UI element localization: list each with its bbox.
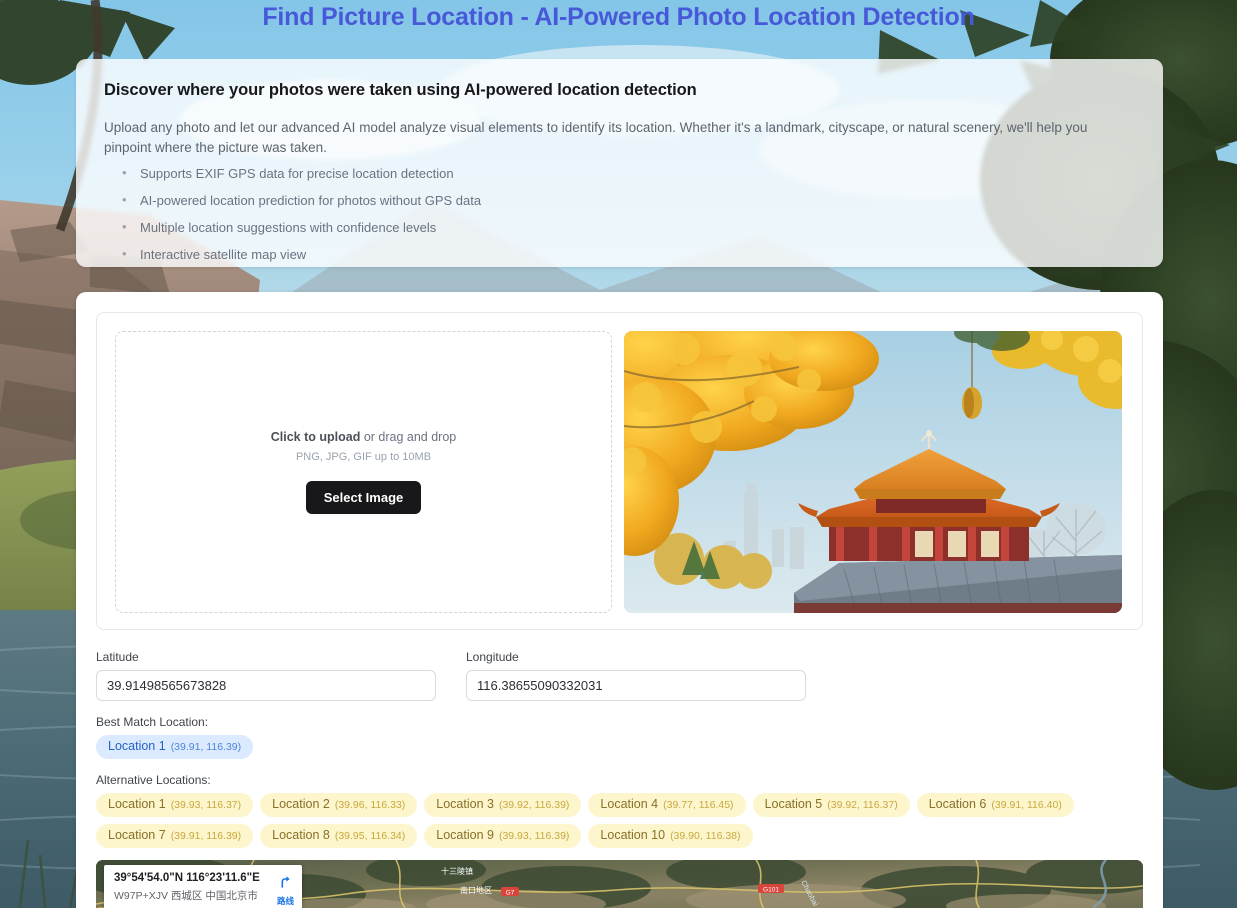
alternative-location-badge[interactable]: Location 1 (39.93, 116.37) bbox=[96, 793, 254, 817]
dropzone-formats: PNG, JPG, GIF up to 10MB bbox=[295, 451, 432, 463]
badge-name: Location 3 bbox=[436, 797, 494, 811]
badge-name: Location 10 bbox=[600, 828, 666, 842]
latitude-input[interactable] bbox=[96, 670, 436, 701]
select-image-button[interactable]: Select Image bbox=[305, 481, 422, 514]
badge-coords: (39.90, 116.38) bbox=[670, 830, 741, 842]
best-match-row: Location 1 (39.91, 116.39) bbox=[96, 735, 1143, 759]
map-info-card[interactable]: 39°54'54.0"N 116°23'11.6"E W97P+XJV 西城区 … bbox=[104, 865, 302, 908]
alternative-location-badge[interactable]: Location 2 (39.96, 116.33) bbox=[260, 793, 418, 817]
badge-coords: (39.95, 116.34) bbox=[334, 830, 406, 842]
intro-heading: Discover where your photos were taken us… bbox=[104, 81, 697, 99]
map-coordinates: 39°54'54.0"N 116°23'11.6"E bbox=[114, 872, 260, 884]
svg-text:十三陵镇: 十三陵镇 bbox=[441, 866, 473, 876]
alternative-locations-row: Location 1 (39.93, 116.37) Location 2 (39.9… bbox=[96, 793, 1143, 848]
main-card: Click to upload or drag and drop PNG, JP… bbox=[76, 292, 1163, 908]
intro-paragraph: Upload any photo and let our advanced AI… bbox=[104, 120, 1088, 155]
svg-text:G7: G7 bbox=[506, 890, 515, 897]
dropzone-drag-label: or drag and drop bbox=[360, 430, 457, 444]
longitude-input[interactable] bbox=[466, 670, 806, 701]
map-address: W97P+XJV 西城区 中国北京市 bbox=[114, 890, 258, 902]
badge-coords: (39.96, 116.33) bbox=[334, 799, 406, 811]
list-item: Supports EXIF GPS data for precise locat… bbox=[112, 165, 1135, 182]
directions-icon bbox=[282, 876, 291, 888]
badge-coords: (39.91, 116.40) bbox=[991, 799, 1062, 811]
badge-coords: (39.77, 116.45) bbox=[663, 799, 734, 811]
directions-label: 路线 bbox=[276, 896, 294, 906]
badge-name: Location 5 bbox=[764, 797, 823, 811]
image-preview[interactable] bbox=[624, 331, 1122, 613]
coordinate-fields: Latitude Longitude Best Match Location: … bbox=[96, 650, 1143, 848]
intro-card: Discover where your photos were taken us… bbox=[76, 59, 1163, 267]
alternative-location-badge[interactable]: Location 9 (39.93, 116.39) bbox=[424, 824, 582, 848]
best-match-badge[interactable]: Location 1 (39.91, 116.39) bbox=[96, 735, 254, 759]
badge-coords: (39.92, 116.39) bbox=[498, 799, 570, 811]
latitude-label: Latitude bbox=[96, 650, 139, 664]
alternative-location-badge[interactable]: Location 4 (39.77, 116.45) bbox=[588, 793, 746, 817]
badge-name: Location 1 bbox=[108, 739, 166, 753]
alternative-location-badge[interactable]: Location 6 (39.91, 116.40) bbox=[916, 793, 1074, 817]
badge-name: Location 4 bbox=[600, 797, 659, 811]
alternative-location-badge[interactable]: Location 5 (39.92, 116.37) bbox=[752, 793, 910, 817]
badge-name: Location 1 bbox=[108, 797, 166, 811]
svg-text:G101: G101 bbox=[763, 887, 779, 894]
upload-preview-panel: Click to upload or drag and drop PNG, JP… bbox=[96, 312, 1143, 630]
alternative-location-badge[interactable]: Location 7 (39.91, 116.39) bbox=[96, 824, 254, 848]
alternative-location-badge[interactable]: Location 8 (39.95, 116.34) bbox=[260, 824, 418, 848]
badge-coords: (39.93, 116.37) bbox=[170, 799, 242, 811]
upload-dropzone[interactable]: Click to upload or drag and drop PNG, JP… bbox=[115, 331, 612, 613]
dropzone-primary-text: Click to upload or drag and drop bbox=[271, 430, 457, 444]
list-item: Multiple location suggestions with confi… bbox=[112, 219, 1135, 236]
satellite-map[interactable]: G7 G101 十三陵镇 南口地区 Chaobai 39°54'54.0"N 1… bbox=[96, 860, 1143, 908]
longitude-field-group: Longitude bbox=[466, 650, 806, 701]
badge-coords: (39.92, 116.37) bbox=[827, 799, 898, 811]
dropzone-click-label: Click to upload bbox=[270, 430, 361, 444]
alternative-locations-label: Alternative Locations: bbox=[96, 773, 211, 787]
badge-name: Location 2 bbox=[272, 797, 330, 811]
feature-list: Supports EXIF GPS data for precise locat… bbox=[112, 165, 1135, 263]
badge-coords: (39.93, 116.39) bbox=[498, 830, 570, 842]
best-match-label: Best Match Location: bbox=[96, 715, 209, 729]
directions-button[interactable]: 路线 bbox=[277, 872, 294, 908]
badge-name: Location 8 bbox=[272, 828, 330, 842]
badge-name: Location 7 bbox=[108, 828, 166, 842]
badge-coords: (39.91, 116.39) bbox=[170, 830, 242, 842]
badge-coords: (39.91, 116.39) bbox=[170, 741, 242, 753]
alternative-location-badge[interactable]: Location 3 (39.92, 116.39) bbox=[424, 793, 582, 817]
badge-name: Location 6 bbox=[928, 797, 987, 811]
alternative-location-badge[interactable]: Location 10 (39.90, 116.38) bbox=[588, 824, 753, 848]
longitude-label: Longitude bbox=[466, 650, 519, 664]
list-item: Interactive satellite map view bbox=[112, 246, 1135, 263]
list-item: AI-powered location prediction for photo… bbox=[112, 192, 1135, 209]
latitude-field-group: Latitude bbox=[96, 650, 436, 701]
page-title: Find Picture Location - AI-Powered Photo… bbox=[262, 3, 975, 31]
svg-text:南口地区: 南口地区 bbox=[460, 885, 492, 895]
badge-name: Location 9 bbox=[436, 828, 494, 842]
